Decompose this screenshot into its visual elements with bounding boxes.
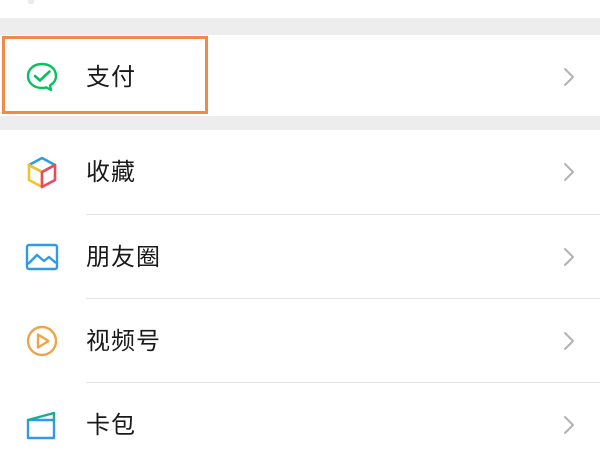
channels-play-icon xyxy=(24,323,60,359)
chevron-right-icon xyxy=(556,244,582,270)
wechat-pay-icon xyxy=(24,59,60,95)
menu-item-label: 视频号 xyxy=(86,327,161,355)
chevron-right-icon xyxy=(556,64,582,90)
menu-item-label: 收藏 xyxy=(86,158,136,186)
menu-item-card-wallet[interactable]: 卡包 xyxy=(0,383,600,467)
favorites-cube-icon xyxy=(24,154,60,190)
section-separator xyxy=(0,18,600,35)
menu-item-label: 支付 xyxy=(86,63,136,91)
menu-item-label: 朋友圈 xyxy=(86,243,161,271)
menu-item-moments[interactable]: 朋友圈 xyxy=(0,215,600,299)
menu-item-pay[interactable]: 支付 xyxy=(0,35,600,119)
section-separator xyxy=(0,116,600,130)
previous-section-edge xyxy=(0,0,600,18)
chevron-right-icon xyxy=(556,159,582,185)
menu-item-label: 卡包 xyxy=(86,411,136,439)
chevron-right-icon xyxy=(556,328,582,354)
menu-item-favorites[interactable]: 收藏 xyxy=(0,130,600,214)
card-wallet-icon xyxy=(24,407,60,443)
moments-photo-icon xyxy=(24,239,60,275)
chevron-right-icon xyxy=(556,412,582,438)
top-fragment xyxy=(28,0,34,4)
menu-item-channels[interactable]: 视频号 xyxy=(0,299,600,383)
